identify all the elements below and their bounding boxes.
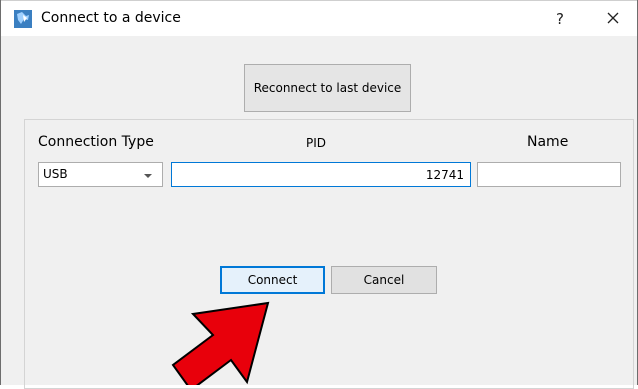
close-icon [607,12,619,24]
close-button[interactable] [599,7,627,31]
connection-type-select[interactable]: USB [38,162,163,187]
pid-label: PID [306,136,327,150]
cancel-button[interactable]: Cancel [331,266,437,294]
title-bar: Connect to a device ? [1,0,637,36]
name-label: Name [527,134,569,150]
red-arrow-icon [171,301,270,385]
app-logo-icon [14,10,32,28]
connection-type-value: USB [43,167,68,181]
name-input[interactable] [477,162,621,187]
dialog-window: Connect to a device ? Reconnect to last … [0,0,638,389]
reconnect-button[interactable]: Reconnect to last device [244,64,411,112]
pid-input[interactable] [171,162,471,187]
connection-group [24,119,634,389]
help-button[interactable]: ? [549,7,571,31]
dialog-title: Connect to a device [41,10,181,26]
connection-type-label: Connection Type [38,134,154,150]
chevron-down-icon [144,174,152,178]
